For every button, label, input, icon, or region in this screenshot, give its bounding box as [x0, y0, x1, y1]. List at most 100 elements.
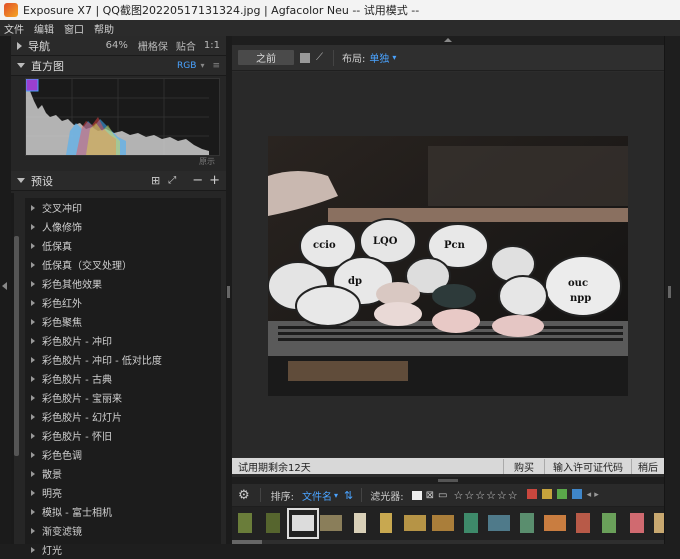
yellow-label-icon[interactable] — [541, 488, 552, 499]
preset-item[interactable]: 彩色红外 — [25, 293, 221, 312]
sort-label: 排序: — [270, 491, 295, 503]
expand-icon — [31, 489, 35, 496]
expand-icon — [31, 470, 35, 477]
menu-icon[interactable]: ≡ — [212, 61, 220, 71]
expand-icon — [31, 375, 35, 382]
window-title: Exposure X7 | QQ截图20220517131324.jpg | A… — [23, 4, 420, 17]
menu-window[interactable]: 窗口 — [64, 21, 84, 36]
grid-toggle[interactable]: 栅格保 — [138, 38, 168, 53]
green-label-icon[interactable] — [556, 488, 567, 499]
histogram: 原示 — [25, 78, 220, 166]
svg-text:dp: dp — [348, 276, 362, 287]
zoom-level[interactable]: 64% — [106, 40, 128, 51]
navigator-header[interactable]: 导航 64% 栅格保 贴合 1:1 — [11, 36, 226, 56]
flag-icon[interactable] — [411, 490, 422, 500]
svg-text:LQO: LQO — [373, 236, 398, 247]
svg-text:ouc: ouc — [568, 278, 588, 289]
preset-item[interactable]: 交叉冲印 — [25, 198, 221, 217]
chevron-down-icon[interactable]: ▾ — [334, 491, 338, 500]
preset-item[interactable]: 彩色胶片 - 幻灯片 — [25, 407, 221, 426]
preset-item[interactable]: 彩色胶片 - 怀旧 — [25, 426, 221, 445]
divider-handle-icon[interactable] — [668, 286, 671, 298]
expand-icon — [31, 280, 35, 287]
later-button[interactable]: 稍后 — [631, 458, 664, 474]
histogram-mode-select[interactable]: RGB — [177, 61, 196, 71]
expand-icon — [31, 242, 35, 249]
square-view-icon[interactable] — [300, 52, 310, 63]
left-collapse-strip[interactable] — [0, 36, 11, 544]
gear-icon[interactable]: ⚙ — [238, 488, 250, 503]
license-button[interactable]: 输入许可证代码 — [544, 458, 631, 474]
brush-icon[interactable]: ⟋ — [316, 52, 323, 63]
expand-icon — [31, 451, 35, 458]
preset-scrollbar[interactable] — [14, 236, 19, 456]
reject-flag-icon[interactable]: ⊠ — [426, 490, 434, 501]
sort-select[interactable]: 文件名 — [302, 488, 332, 503]
expand-icon — [31, 432, 35, 439]
preset-item[interactable]: 低保真（交叉处理） — [25, 255, 221, 274]
before-button[interactable]: 之前 — [238, 50, 294, 65]
divider-handle-icon[interactable] — [227, 286, 230, 298]
menu-file[interactable]: 文件 — [4, 21, 24, 36]
sort-direction-icon[interactable]: ⇅ — [344, 489, 353, 502]
buy-button[interactable]: 购买 — [503, 458, 544, 474]
preset-item[interactable]: 彩色胶片 - 古典 — [25, 369, 221, 388]
preset-item[interactable]: 彩色胶片 - 冲印 — [25, 331, 221, 350]
preset-item[interactable]: 彩色胶片 - 宝丽来 — [25, 388, 221, 407]
filmstrip-toolbar: ⚙ 排序: 文件名 ▾ ⇅ 滤光器: ⊠ ▭ ☆☆☆☆☆☆ ◂ ▸ — [232, 484, 664, 506]
scroll-left-icon[interactable]: ◂ — [587, 490, 592, 500]
histogram-label: 直方图 — [31, 59, 64, 73]
preset-item[interactable]: 渐变滤镜 — [25, 521, 221, 540]
histogram-graph — [25, 78, 209, 155]
expand-view-icon[interactable]: ⤢ — [168, 175, 176, 186]
preset-item[interactable]: 人像修饰 — [25, 217, 221, 236]
one-to-one-button[interactable]: 1:1 — [204, 40, 220, 51]
photo-preview: ccio LQO Pcn ouc npp dp — [268, 136, 628, 396]
layout-select[interactable]: 单独 — [369, 50, 389, 65]
preset-item[interactable]: 彩色胶片 - 冲印 - 低对比度 — [25, 350, 221, 369]
preset-item[interactable]: 彩色聚焦 — [25, 312, 221, 331]
collapse-left-icon[interactable] — [2, 282, 7, 290]
preset-item[interactable]: 彩色色调 — [25, 445, 221, 464]
preset-item[interactable]: 彩色其他效果 — [25, 274, 221, 293]
collapse-icon — [17, 178, 25, 183]
preset-item[interactable]: 明亮 — [25, 483, 221, 502]
presets-label: 预设 — [31, 174, 53, 188]
blue-label-icon[interactable] — [571, 488, 582, 499]
star-rating-filter[interactable]: ☆☆☆☆☆☆ — [453, 489, 518, 502]
thumbnail-strip — [232, 508, 664, 544]
menu-bar: 文件 编辑 窗口 帮助 — [0, 20, 680, 36]
preset-item[interactable]: 灯光 — [25, 540, 221, 559]
navigator-label: 导航 — [28, 39, 50, 53]
right-collapse-strip[interactable] — [664, 36, 680, 544]
chevron-down-icon[interactable]: ▾ — [392, 53, 396, 62]
expand-icon — [17, 41, 22, 50]
filmstrip-divider[interactable] — [232, 477, 664, 484]
add-preset-icon[interactable]: + — [209, 173, 220, 188]
expand-icon — [31, 223, 35, 230]
grid-view-icon[interactable]: ⊞ — [151, 174, 160, 187]
top-collapse-strip[interactable] — [232, 36, 664, 45]
image-canvas[interactable]: ccio LQO Pcn ouc npp dp — [232, 72, 664, 457]
preset-item[interactable]: 散景 — [25, 464, 221, 483]
chevron-down-icon[interactable]: ▾ — [200, 61, 204, 70]
fit-button[interactable]: 贴合 — [176, 38, 196, 53]
histogram-header[interactable]: 直方图 RGB ▾ ≡ — [11, 56, 226, 76]
scroll-right-icon[interactable]: ▸ — [594, 490, 599, 500]
menu-help[interactable]: 帮助 — [94, 21, 114, 36]
preset-item[interactable]: 模拟 - 富士相机 — [25, 502, 221, 521]
histogram-clip-label[interactable]: 原示 — [199, 156, 215, 167]
comment-icon[interactable]: ▭ — [438, 490, 447, 501]
preset-item[interactable]: 低保真 — [25, 236, 221, 255]
expand-icon — [31, 356, 35, 363]
layout-label: 布局: — [342, 54, 366, 65]
menu-edit[interactable]: 编辑 — [34, 21, 54, 36]
presets-header[interactable]: 预设 ⊞ ⤢ − + — [11, 171, 226, 191]
divider-handle-icon[interactable] — [438, 479, 458, 482]
expand-icon — [31, 337, 35, 344]
red-label-icon[interactable] — [526, 488, 537, 499]
collapse-top-icon[interactable] — [444, 38, 452, 42]
remove-preset-icon[interactable]: − — [192, 173, 203, 188]
expand-icon — [31, 204, 35, 211]
expand-icon — [31, 318, 35, 325]
